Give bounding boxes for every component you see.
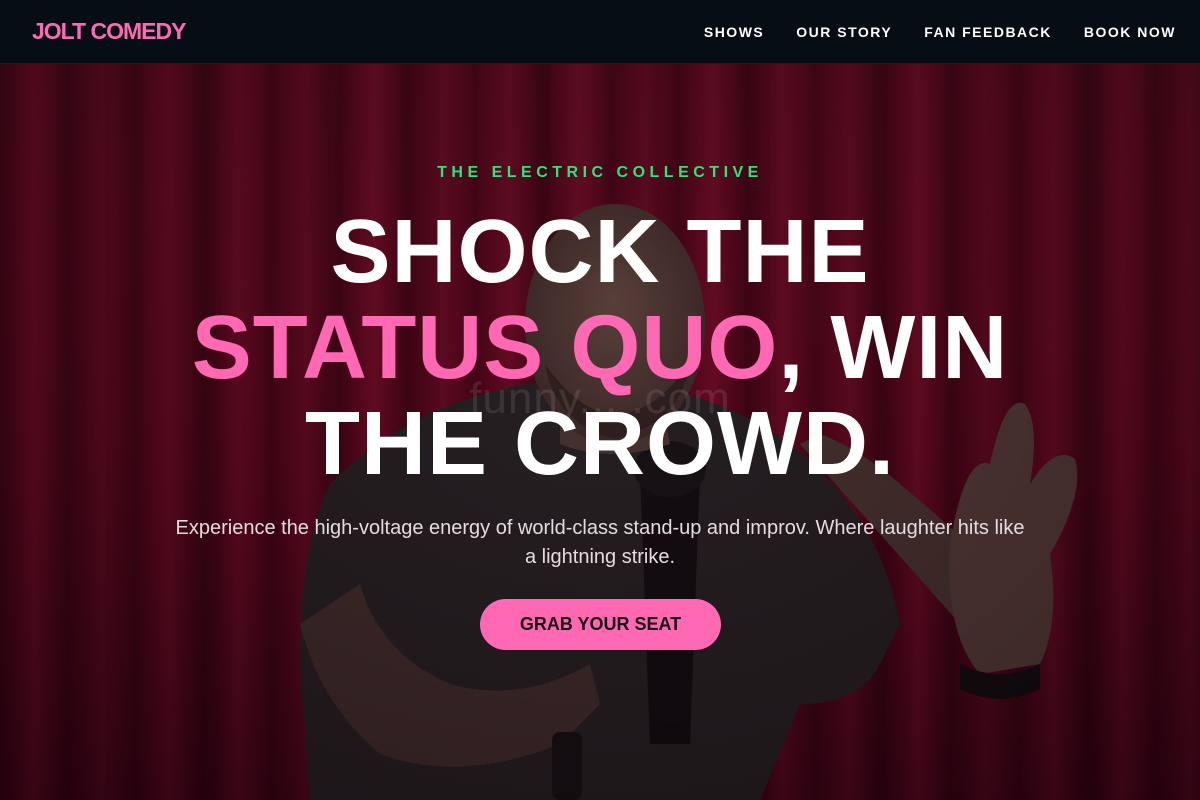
nav-link-shows[interactable]: SHOWS bbox=[704, 24, 764, 40]
headline-line-3: THE CROWD. bbox=[305, 394, 895, 494]
hero-content: THE ELECTRIC COLLECTIVE SHOCK THE STATUS… bbox=[0, 64, 1200, 800]
top-navbar: JOLT COMEDY SHOWS OUR STORY FAN FEEDBACK… bbox=[0, 0, 1200, 64]
brand-logo[interactable]: JOLT COMEDY bbox=[32, 18, 186, 45]
headline-line-2-rest: , WIN bbox=[778, 298, 1009, 398]
hero-headline: SHOCK THE STATUS QUO, WIN THE CROWD. bbox=[0, 204, 1200, 492]
grab-your-seat-button[interactable]: GRAB YOUR SEAT bbox=[480, 599, 721, 650]
nav-link-fan-feedback[interactable]: FAN FEEDBACK bbox=[924, 24, 1052, 40]
hero-section: funny... .com THE ELECTRIC COLLECTIVE SH… bbox=[0, 64, 1200, 800]
hero-eyebrow: THE ELECTRIC COLLECTIVE bbox=[437, 164, 763, 181]
nav-link-our-story[interactable]: OUR STORY bbox=[796, 24, 892, 40]
headline-line-1: SHOCK THE bbox=[330, 202, 870, 302]
nav-links: SHOWS OUR STORY FAN FEEDBACK BOOK NOW bbox=[704, 24, 1176, 40]
nav-link-book-now[interactable]: BOOK NOW bbox=[1084, 24, 1176, 40]
headline-accent: STATUS QUO bbox=[191, 298, 779, 398]
hero-subtext: Experience the high-voltage energy of wo… bbox=[175, 517, 1025, 568]
